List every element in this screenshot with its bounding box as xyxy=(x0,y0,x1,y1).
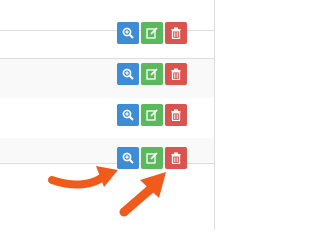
zoom-in-icon xyxy=(122,152,134,164)
row-action-buttons xyxy=(117,22,189,44)
zoom-in-icon xyxy=(122,68,134,80)
trash-icon xyxy=(170,109,182,121)
trash-icon xyxy=(170,27,182,39)
curved-arrow-head xyxy=(96,166,118,187)
zoom-in-icon xyxy=(122,27,134,39)
edit-icon xyxy=(146,27,158,39)
curved-arrow-annotation xyxy=(48,172,108,189)
row-action-buttons xyxy=(117,104,189,126)
delete-button[interactable] xyxy=(165,63,187,85)
view-button[interactable] xyxy=(117,147,139,169)
zoom-in-icon xyxy=(122,109,134,121)
edit-button[interactable] xyxy=(141,22,163,44)
row-divider xyxy=(0,58,214,59)
action-table xyxy=(0,0,214,169)
view-button[interactable] xyxy=(117,22,139,44)
row-action-buttons xyxy=(117,147,189,169)
trash-icon xyxy=(170,152,182,164)
edit-icon xyxy=(146,109,158,121)
trash-icon xyxy=(170,68,182,80)
edit-icon xyxy=(146,68,158,80)
view-button[interactable] xyxy=(117,104,139,126)
view-button[interactable] xyxy=(117,63,139,85)
row-action-buttons xyxy=(117,63,189,85)
delete-button[interactable] xyxy=(165,147,187,169)
edit-button[interactable] xyxy=(141,147,163,169)
edit-button[interactable] xyxy=(141,63,163,85)
edit-icon xyxy=(146,152,158,164)
delete-button[interactable] xyxy=(165,104,187,126)
diagonal-arrow-head xyxy=(140,172,166,198)
diagonal-arrow-annotation xyxy=(119,181,159,217)
table-right-border xyxy=(214,0,215,230)
delete-button[interactable] xyxy=(165,22,187,44)
edit-button[interactable] xyxy=(141,104,163,126)
